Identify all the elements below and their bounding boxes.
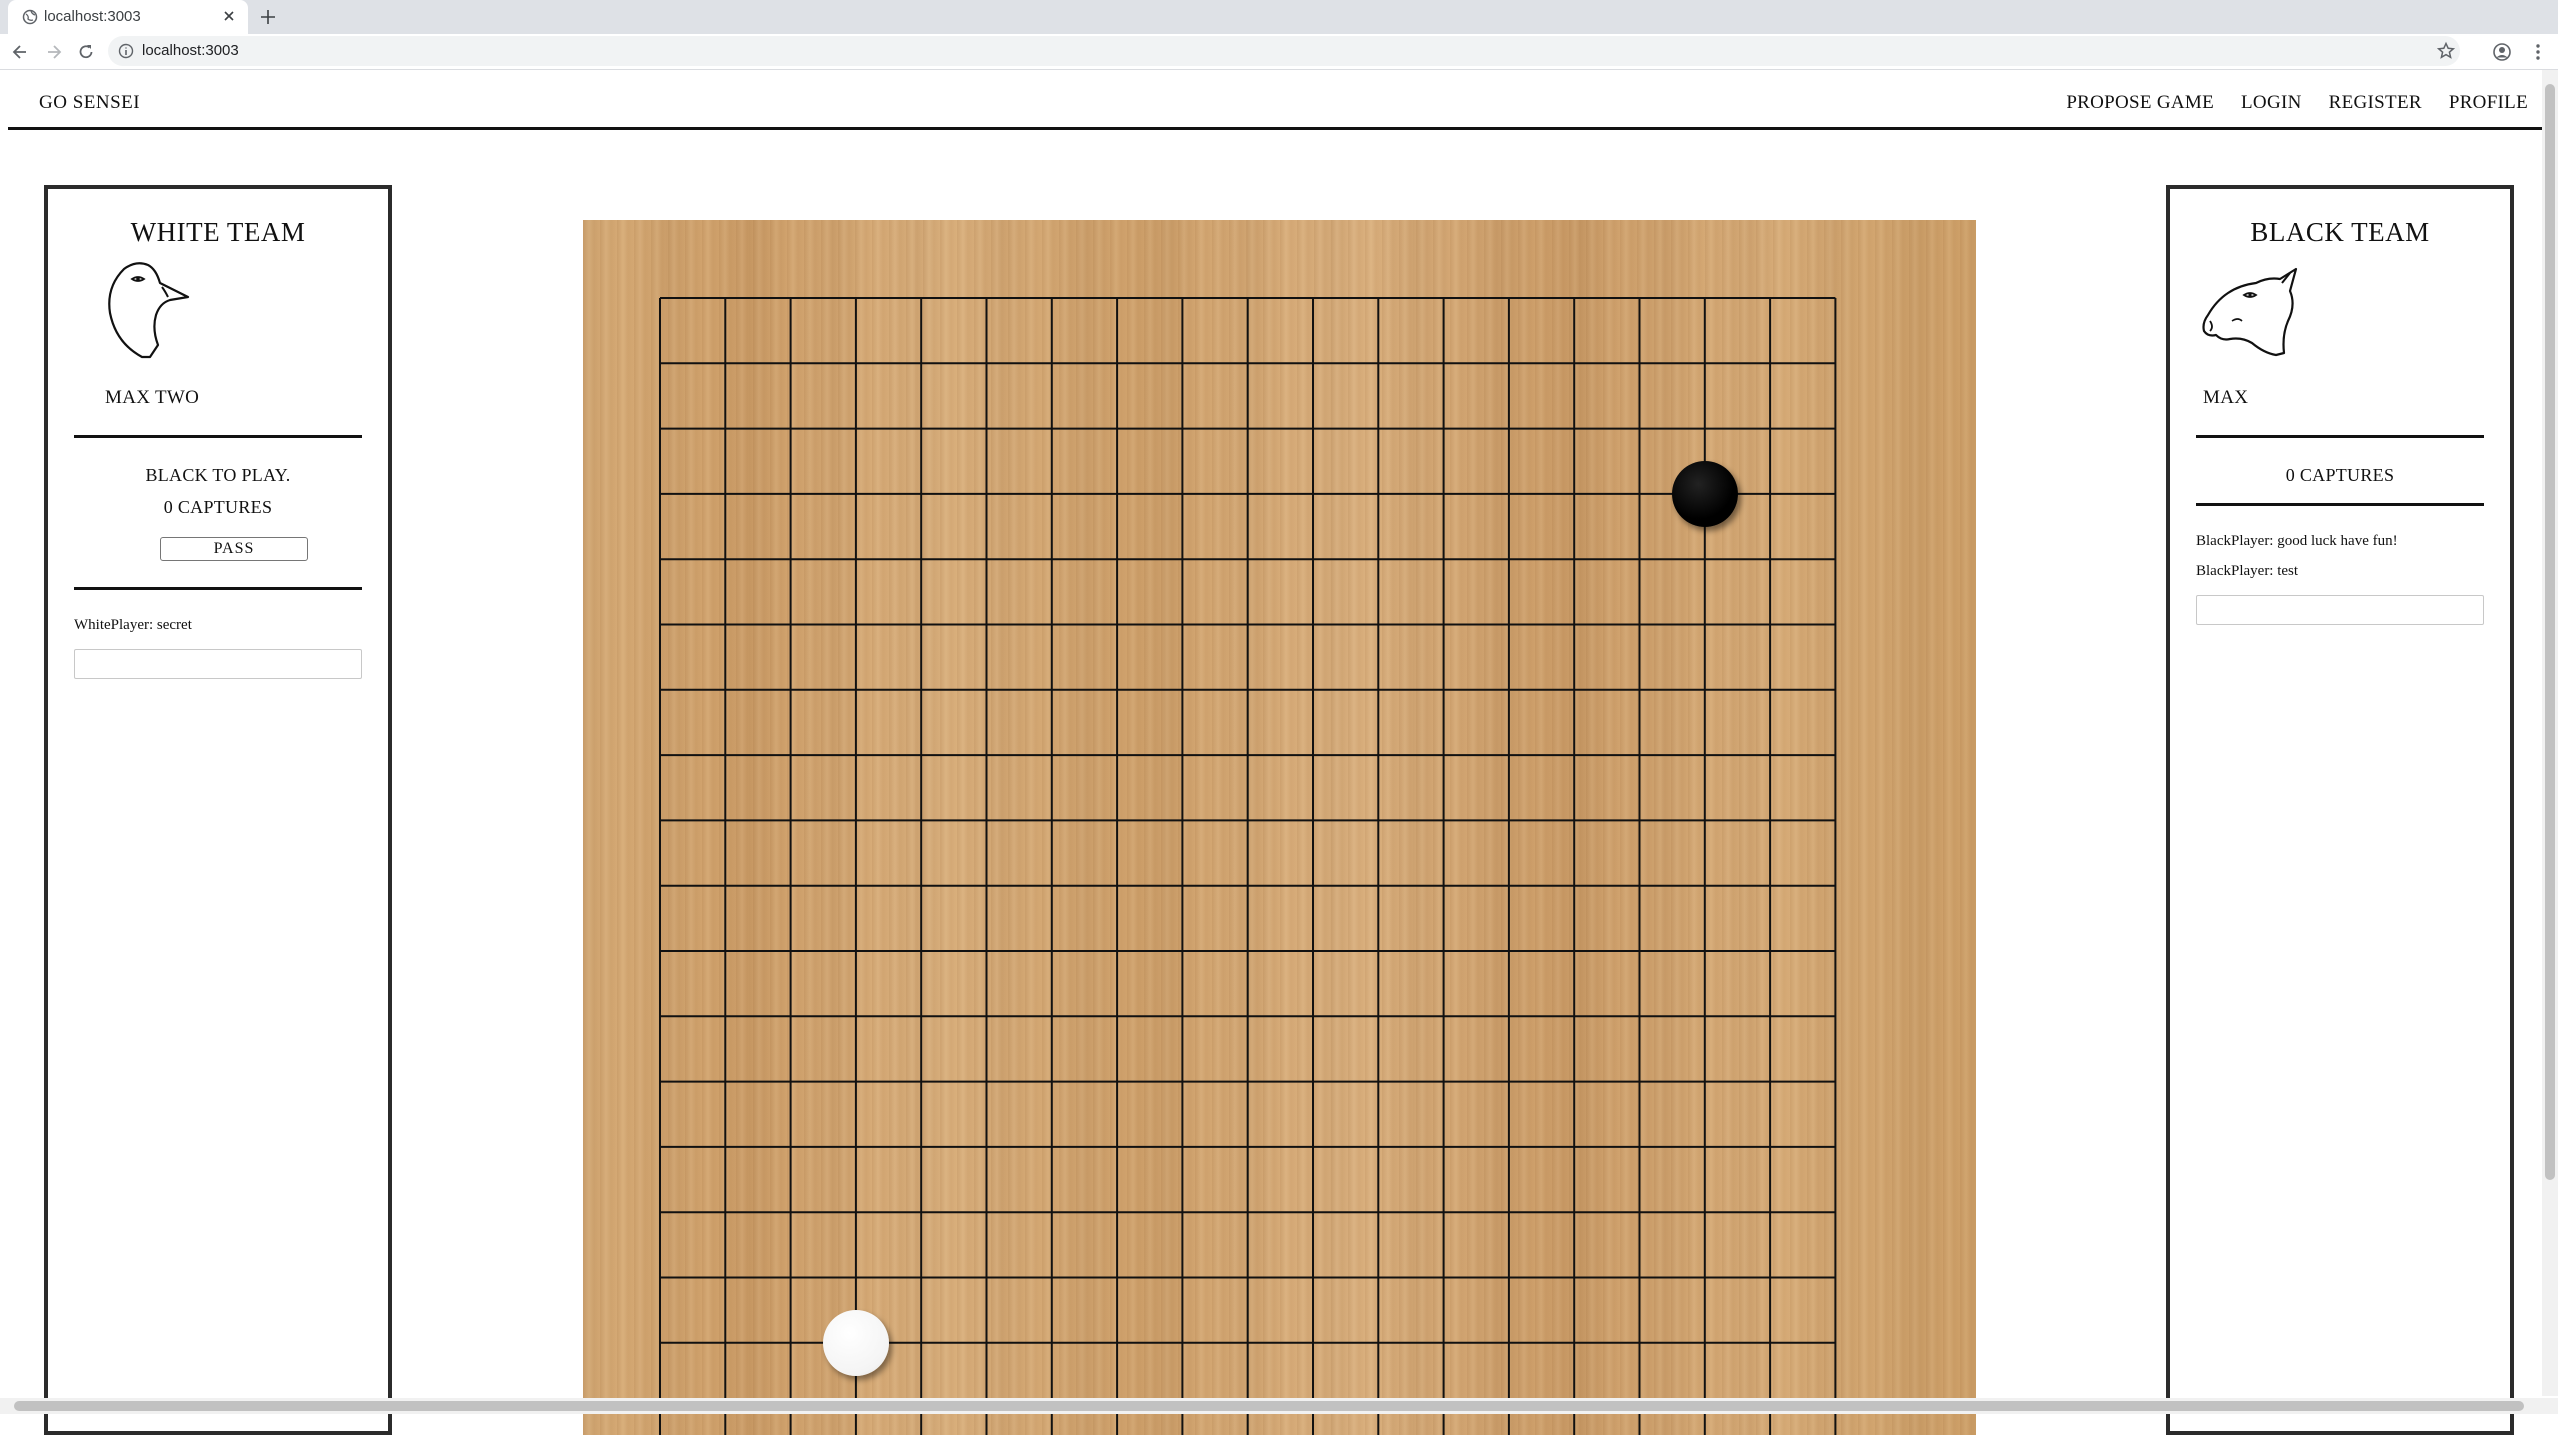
pass-button[interactable]: PASS xyxy=(160,537,308,561)
info-icon[interactable] xyxy=(118,43,134,59)
chat-message: BlackPlayer: good luck have fun! xyxy=(2196,533,2398,549)
nav-link-profile[interactable]: PROFILE xyxy=(2449,92,2528,114)
new-tab-icon[interactable] xyxy=(258,7,278,27)
black-chat-input[interactable] xyxy=(2196,595,2484,625)
close-icon[interactable] xyxy=(220,7,238,25)
black-captures: 0 CAPTURES xyxy=(2285,465,2395,485)
chat-message: BlackPlayer: test xyxy=(2196,563,2299,579)
goose-head-icon xyxy=(108,262,190,359)
black-player-name: MAX xyxy=(2203,387,2249,408)
chat-message: WhitePlayer: secret xyxy=(74,617,192,633)
divider xyxy=(74,435,362,438)
account-icon[interactable] xyxy=(2492,42,2512,62)
board-grid[interactable] xyxy=(583,220,1976,1435)
black-team-title: BLACK TEAM xyxy=(2250,217,2430,247)
browser-toolbar: localhost:3003 xyxy=(0,34,2558,70)
reload-icon[interactable] xyxy=(76,42,96,62)
tab-title: localhost:3003 xyxy=(44,8,141,25)
black-stone xyxy=(1671,460,1738,527)
menu-kebab-icon[interactable] xyxy=(2528,42,2548,62)
white-stone xyxy=(822,1309,889,1376)
browser-tab-strip: localhost:3003 xyxy=(0,0,2558,34)
nav-link-register[interactable]: REGISTER xyxy=(2329,92,2422,114)
white-chat-input[interactable] xyxy=(74,649,362,679)
go-board[interactable] xyxy=(583,220,1976,1435)
vertical-scrollbar[interactable] xyxy=(2542,70,2558,1396)
turn-status: BLACK TO PLAY. xyxy=(145,465,291,485)
white-player-name: MAX TWO xyxy=(105,387,200,408)
forward-icon[interactable] xyxy=(44,42,64,62)
divider xyxy=(74,587,362,590)
globe-icon xyxy=(22,9,38,25)
black-team-panel: BLACK TEAM MAX 0 CAPTURES BlackPlayer: g… xyxy=(2166,185,2514,1435)
white-captures: 0 CAPTURES xyxy=(163,497,273,517)
nav-link-login[interactable]: LOGIN xyxy=(2241,92,2302,114)
vertical-scroll-thumb[interactable] xyxy=(2545,84,2555,1180)
bookmark-star-icon[interactable] xyxy=(2436,41,2456,61)
nav-link-propose-game[interactable]: PROPOSE GAME xyxy=(2066,92,2214,114)
brand-logo[interactable]: GO SENSEI xyxy=(39,92,140,114)
white-team-title: WHITE TEAM xyxy=(130,217,306,247)
divider xyxy=(2196,435,2484,438)
browser-tab[interactable]: localhost:3003 xyxy=(8,0,248,34)
white-team-panel: WHITE TEAM MAX TWO BLACK TO PLAY. 0 CAPT… xyxy=(44,185,392,1435)
back-icon[interactable] xyxy=(10,42,30,62)
horizontal-scroll-thumb[interactable] xyxy=(14,1401,2524,1411)
site-navbar: GO SENSEI PROPOSE GAME LOGIN REGISTER PR… xyxy=(8,72,2542,130)
boar-head-icon xyxy=(2202,267,2298,357)
address-bar[interactable]: localhost:3003 xyxy=(108,36,2460,66)
divider xyxy=(2196,503,2484,506)
nav-links: PROPOSE GAME LOGIN REGISTER PROFILE xyxy=(2066,92,2528,114)
horizontal-scrollbar[interactable] xyxy=(0,1398,2558,1414)
url-text: localhost:3003 xyxy=(142,42,239,59)
